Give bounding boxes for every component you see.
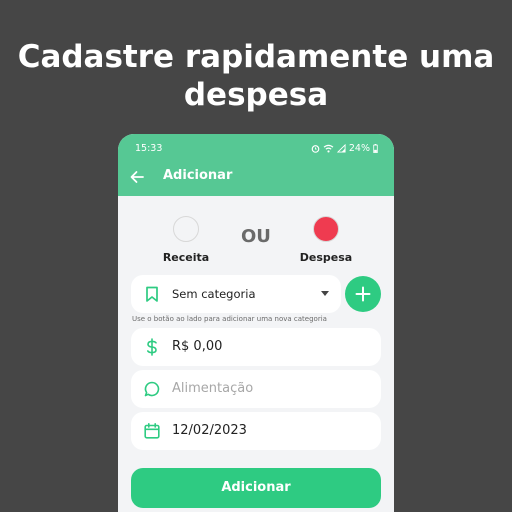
amount-value: R$ 0,00 xyxy=(172,339,223,354)
despesa-option[interactable]: Despesa xyxy=(296,216,356,264)
promo-headline: Cadastre rapidamente uma despesa xyxy=(0,38,512,114)
despesa-radio[interactable] xyxy=(313,216,339,242)
chat-bubble-icon xyxy=(144,381,160,397)
submit-button[interactable]: Adicionar xyxy=(131,468,381,508)
status-bar: 15:33 24% xyxy=(118,142,394,156)
chevron-down-icon xyxy=(321,291,329,296)
calendar-icon xyxy=(144,423,160,439)
receita-option[interactable]: Receita xyxy=(156,216,216,264)
or-label: OU xyxy=(241,226,271,247)
phone-screen: 15:33 24% Adicionar Receita OU Despesa S… xyxy=(118,134,394,512)
dollar-icon xyxy=(147,338,157,356)
category-hint: Use o botão ao lado para adicionar uma n… xyxy=(132,315,327,323)
plus-icon xyxy=(355,286,371,302)
status-time: 15:33 xyxy=(135,143,163,154)
category-select[interactable]: Sem categoria xyxy=(131,275,341,313)
despesa-label: Despesa xyxy=(299,251,353,264)
date-value: 12/02/2023 xyxy=(172,423,247,438)
signal-icon xyxy=(336,144,346,153)
bookmark-icon xyxy=(146,286,158,302)
toolbar: Adicionar xyxy=(118,166,394,188)
wifi-icon xyxy=(323,144,334,153)
arrow-left-icon[interactable] xyxy=(128,168,146,186)
headline-line-1: Cadastre rapidamente uma xyxy=(17,39,495,75)
headline-line-2: despesa xyxy=(183,77,329,113)
category-value: Sem categoria xyxy=(172,287,256,301)
add-category-button[interactable] xyxy=(345,276,381,312)
app-bar: 15:33 24% Adicionar xyxy=(118,134,394,196)
battery-icon xyxy=(373,144,378,153)
page-title: Adicionar xyxy=(163,168,233,183)
date-input[interactable]: 12/02/2023 xyxy=(131,412,381,450)
description-placeholder: Alimentação xyxy=(172,381,254,396)
receita-label: Receita xyxy=(162,251,210,264)
description-input[interactable]: Alimentação xyxy=(131,370,381,408)
battery-percent: 24% xyxy=(348,143,370,154)
alarm-icon xyxy=(311,145,320,153)
receita-radio[interactable] xyxy=(173,216,199,242)
amount-input[interactable]: R$ 0,00 xyxy=(131,328,381,366)
